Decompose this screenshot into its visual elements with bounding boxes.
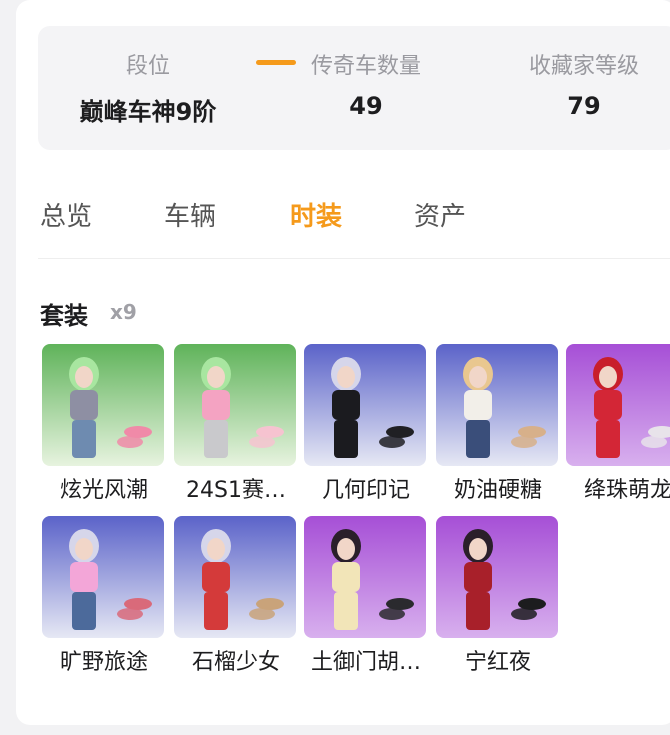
section-title: 套装 (40, 302, 88, 330)
stat-label: 收藏家等级 (528, 54, 639, 79)
stat-value: 巅峰车神9阶 (79, 98, 217, 126)
tab-vehicles[interactable]: 车辆 (164, 196, 216, 233)
tab-overview[interactable]: 总览 (40, 196, 92, 233)
active-tab-indicator (256, 60, 296, 65)
outfit-thumbnail (42, 516, 164, 638)
outfit-name: 旷野旅途 (59, 650, 148, 675)
outfit-thumbnail (174, 516, 296, 638)
outfit-thumbnail (304, 344, 426, 466)
outfit-name: 炫光风潮 (59, 478, 148, 503)
outfit-thumbnail (436, 344, 558, 466)
outfit-thumbnail (436, 516, 558, 638)
outfit-thumbnail (566, 344, 670, 466)
outfit-name: 土御门胡… (310, 650, 421, 675)
section-count: x9 (110, 300, 137, 324)
stat-label: 传奇车数量 (310, 54, 421, 79)
outfit-name: 奶油硬糖 (453, 478, 542, 503)
tab-assets[interactable]: 资产 (414, 196, 466, 233)
stats-panel: 段位 巅峰车神9阶 传奇车数量 49 收藏家等级 79 (38, 26, 670, 150)
outfit-name: 24S1赛… (186, 478, 286, 503)
divider (38, 258, 670, 259)
outfit-name: 几何印记 (321, 478, 410, 503)
stat-label: 段位 (125, 54, 170, 79)
outfit-thumbnail (304, 516, 426, 638)
outfit-name: 石榴少女 (191, 650, 280, 675)
outfit-name: 宁红夜 (464, 650, 531, 675)
tab-fashion[interactable]: 时装 (290, 196, 342, 233)
outfit-thumbnail (174, 344, 296, 466)
outfit-name: 绛珠萌龙 (583, 478, 670, 503)
stat-value: 79 (567, 92, 601, 120)
outfit-thumbnail (42, 344, 164, 466)
stat-value: 49 (349, 92, 383, 120)
